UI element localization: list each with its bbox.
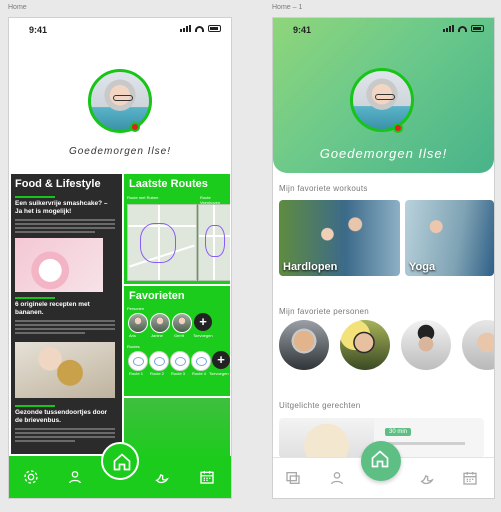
favorite-person-avatar[interactable] — [279, 320, 329, 370]
section-title-dishes: Uitgelichte gerechten — [279, 401, 361, 410]
favorite-person[interactable] — [128, 313, 148, 333]
calendar-icon[interactable] — [199, 469, 215, 485]
person-name: Janine — [151, 333, 163, 338]
calendar-icon[interactable] — [462, 470, 478, 486]
card-title: Laatste Routes — [129, 178, 208, 190]
workout-card[interactable]: Hardlopen — [279, 200, 400, 276]
photo-icon[interactable] — [285, 470, 301, 486]
status-indicator — [393, 123, 403, 133]
article-image — [15, 238, 103, 292]
home-icon — [113, 453, 131, 471]
signal-icon — [180, 25, 191, 32]
frame-label-home: Home — [8, 4, 27, 11]
settings-icon[interactable] — [23, 469, 39, 485]
route-name: Toevoegen — [209, 371, 229, 376]
card-title: Favorieten — [129, 290, 185, 302]
favorite-person[interactable] — [150, 313, 170, 333]
greeting-text: Goedemorgen Ilse! — [319, 146, 448, 161]
avatar[interactable] — [88, 69, 152, 133]
header-banner: 9:41 Goedemorgen Ilse! — [273, 18, 494, 173]
wifi-icon — [195, 25, 204, 32]
favorite-person-avatar[interactable] — [340, 320, 390, 370]
favorite-person[interactable] — [172, 313, 192, 333]
phone-home-1: 9:41 Goedemorgen Ilse! Mijn favoriete wo… — [272, 17, 495, 499]
status-time: 9:41 — [293, 25, 312, 35]
bottom-nav — [273, 441, 494, 498]
favorite-route[interactable] — [128, 351, 148, 371]
person-name: Toevoegen — [193, 333, 213, 338]
article-title[interactable]: Een suikervrije smashcake? – Ja het is m… — [15, 200, 115, 216]
status-bar: 9:41 — [9, 18, 231, 40]
home-button[interactable] — [361, 441, 401, 481]
favorite-route[interactable] — [191, 351, 211, 371]
favorite-route[interactable] — [149, 351, 169, 371]
route-name: Route 3 — [171, 371, 186, 376]
person-name: Ans — [129, 333, 136, 338]
article-title[interactable]: 6 originele recepten met bananen. — [15, 301, 115, 317]
strength-icon[interactable] — [419, 470, 435, 486]
workout-card[interactable]: Yoga — [405, 200, 494, 276]
phone-home: 9:41 Goedemorgen Ilse! Food & Lifestyle … — [8, 17, 232, 499]
status-time: 9:41 — [29, 25, 48, 35]
favorite-person-avatar[interactable] — [462, 320, 494, 370]
add-route-button[interactable]: + — [212, 351, 230, 369]
profile-icon[interactable] — [329, 470, 345, 486]
favorite-route[interactable] — [170, 351, 190, 371]
frame-label-home-1: Home – 1 — [272, 4, 303, 11]
route-name: Route 2 — [150, 371, 165, 376]
bottom-nav — [9, 442, 231, 498]
route-label: Route met Ruben — [127, 195, 159, 200]
avatar[interactable] — [350, 68, 414, 132]
wifi-icon — [458, 25, 467, 32]
person-name: Gerrit — [174, 333, 184, 338]
duration-badge: 30 min — [385, 428, 412, 436]
route-name: Route 4 — [192, 371, 207, 376]
persons-label: Personen — [127, 306, 145, 311]
recent-routes-card[interactable]: Laatste Routes Route met Ruben Route Vee… — [124, 174, 230, 284]
favorites-card[interactable]: Favorieten Personen + Ans Janine Gerrit … — [124, 286, 230, 396]
section-title-persons: Mijn favoriete personen — [279, 307, 370, 316]
route-map[interactable] — [198, 204, 230, 281]
favorite-person-avatar[interactable] — [401, 320, 451, 370]
card-title: Food & Lifestyle — [15, 178, 101, 190]
section-title-workouts: Mijn favoriete workouts — [279, 184, 368, 193]
home-icon — [371, 450, 389, 468]
dish-image — [279, 418, 374, 458]
route-name: Route 1 — [129, 371, 144, 376]
route-map[interactable] — [127, 204, 197, 281]
food-lifestyle-card[interactable]: Food & Lifestyle Een suikervrije smashca… — [11, 174, 122, 454]
article-title[interactable]: Gezonde tussendoortjes door de brievenbu… — [15, 409, 115, 425]
signal-icon — [443, 25, 454, 32]
workout-label: Yoga — [409, 261, 436, 273]
strength-icon[interactable] — [154, 469, 170, 485]
battery-icon — [471, 25, 484, 32]
add-person-button[interactable]: + — [194, 313, 212, 331]
workout-label: Hardlopen — [283, 261, 338, 273]
routes-label: Routes — [127, 344, 140, 349]
battery-icon — [208, 25, 221, 32]
home-button[interactable] — [101, 442, 139, 480]
profile-icon[interactable] — [67, 469, 83, 485]
status-indicator — [130, 122, 140, 132]
placeholder-card[interactable] — [124, 398, 230, 458]
article-image — [15, 342, 115, 398]
status-bar: 9:41 — [273, 18, 494, 40]
greeting-text: Goedemorgen Ilse! — [68, 146, 172, 157]
